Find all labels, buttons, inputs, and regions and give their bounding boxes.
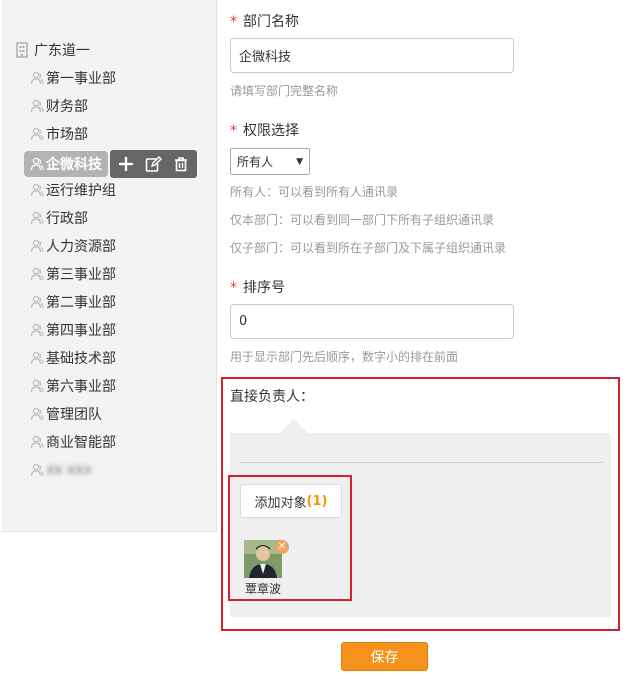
save-button[interactable]: 保存 (341, 642, 428, 671)
edit-icon (145, 155, 162, 172)
permission-selected-value: 所有人 (237, 155, 274, 169)
sidebar-item-label: 人力资源部 (46, 239, 116, 255)
sidebar-item[interactable]: 管理团队 (30, 403, 102, 425)
required-mark: * (230, 14, 237, 30)
permission-label-text: 权限选择 (243, 123, 299, 139)
group-icon (30, 463, 44, 477)
sidebar-item-label: 运行维护组 (46, 183, 116, 199)
sidebar-item[interactable]: 第四事业部 (30, 319, 116, 341)
sidebar-item-label: 第二事业部 (46, 295, 116, 311)
sidebar-item-label: 第四事业部 (46, 323, 116, 339)
sidebar-item[interactable]: 商业智能部 (30, 431, 116, 453)
panel-divider (240, 462, 604, 463)
group-icon (30, 351, 44, 365)
selected-object-highlight-box (228, 475, 352, 601)
sidebar-item-label: 基础技术部 (46, 351, 116, 367)
sidebar-item[interactable]: 第六事业部 (30, 375, 116, 397)
sidebar-item[interactable]: 市场部 (30, 123, 88, 145)
group-icon (30, 211, 44, 225)
permission-hint-all: 所有人：可以看到所有人通讯录 (230, 185, 399, 199)
sidebar-item-label: 企微科技 (46, 157, 102, 173)
responsible-label: 直接负责人： (230, 389, 314, 405)
sort-label-text: 排序号 (243, 280, 285, 296)
sidebar-item-label: 财务部 (46, 99, 88, 115)
sort-label: * 排序号 (230, 277, 285, 297)
group-icon (30, 435, 44, 449)
required-mark: * (230, 280, 237, 296)
plus-icon (118, 156, 134, 172)
required-mark: * (230, 123, 237, 139)
sidebar-item[interactable]: 基础技术部 (30, 347, 116, 369)
group-icon (30, 267, 44, 281)
permission-select[interactable]: 所有人 ▼ (230, 148, 310, 175)
group-icon (30, 99, 44, 113)
sidebar-item[interactable]: 行政部 (30, 207, 88, 229)
sidebar-item-label: 管理团队 (46, 407, 102, 423)
sidebar-item-label: 行政部 (46, 211, 88, 227)
sidebar-item-label: 第六事业部 (46, 379, 116, 395)
group-icon (30, 379, 44, 393)
dept-name-label-text: 部门名称 (243, 14, 299, 30)
sidebar-item[interactable]: 第二事业部 (30, 291, 116, 313)
group-icon (30, 323, 44, 337)
sidebar-item[interactable]: 第一事业部 (30, 67, 116, 89)
group-icon (30, 295, 44, 309)
group-icon (30, 71, 44, 85)
permission-hint-subdept: 仅子部门：可以看到所在子部门及下属子组织通讯录 (230, 241, 507, 255)
sort-number-input[interactable] (230, 304, 514, 339)
add-subdept-button[interactable] (115, 153, 137, 175)
sidebar-item[interactable]: 人力资源部 (30, 235, 116, 257)
sidebar-item[interactable]: xx xxx (30, 459, 92, 481)
panel-pointer (280, 419, 308, 433)
permission-hint-dept: 仅本部门：可以看到同一部门下所有子组织通讯录 (230, 213, 495, 227)
sidebar-item-label: 第三事业部 (46, 267, 116, 283)
tree-root[interactable]: 广东道一 (14, 40, 90, 60)
node-action-bar (110, 150, 197, 178)
group-icon (30, 407, 44, 421)
sidebar-item-label: 第一事业部 (46, 71, 116, 87)
dept-name-label: * 部门名称 (230, 11, 299, 31)
edit-dept-button[interactable] (142, 153, 164, 175)
sidebar-item-label: 市场部 (46, 127, 88, 143)
sidebar-item[interactable]: 财务部 (30, 95, 88, 117)
sidebar-item-label: xx xxx (46, 462, 92, 478)
dept-name-input[interactable] (230, 38, 514, 73)
dept-name-hint: 请填写部门完整名称 (230, 84, 339, 98)
group-icon (30, 183, 44, 197)
sort-hint: 用于显示部门先后顺序，数字小的排在前面 (230, 350, 459, 364)
trash-icon (175, 157, 188, 172)
sidebar-item-label: 商业智能部 (46, 435, 116, 451)
building-icon (16, 42, 28, 58)
group-icon (30, 157, 44, 171)
group-icon (30, 239, 44, 253)
root-label: 广东道一 (34, 43, 90, 59)
chevron-down-icon: ▼ (296, 156, 303, 167)
delete-dept-button[interactable] (170, 153, 192, 175)
sidebar-item[interactable]: 运行维护组 (30, 179, 116, 201)
sidebar-item[interactable]: 第三事业部 (30, 263, 116, 285)
group-icon (30, 127, 44, 141)
sidebar-item[interactable]: 企微科技 (24, 151, 108, 177)
permission-label: * 权限选择 (230, 120, 299, 140)
